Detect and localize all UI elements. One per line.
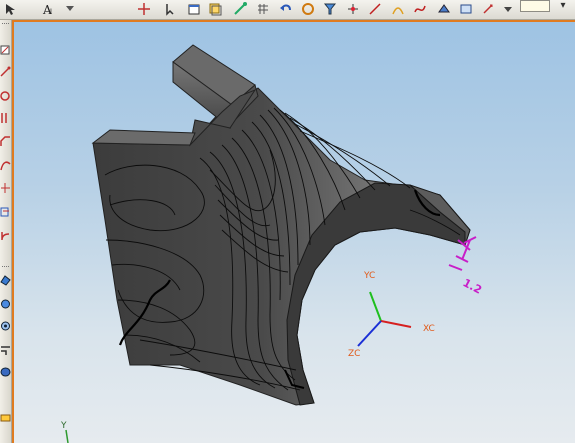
csys-z-label: ZC	[348, 349, 360, 359]
surface-part[interactable]	[91, 44, 471, 406]
wcs-y-label: Y	[60, 421, 67, 431]
dimension-text[interactable]: 1.2	[461, 276, 484, 297]
datum-csys[interactable]: YC XC ZC	[348, 271, 435, 359]
csys-x-label: XC	[423, 324, 435, 334]
csys-y-label: YC	[363, 271, 375, 281]
wcs-indicator: Y	[60, 421, 69, 443]
model-scene: 1.2 YC XC ZC Y	[60, 44, 484, 443]
dimension-annotation[interactable]: 1.2	[448, 236, 484, 297]
